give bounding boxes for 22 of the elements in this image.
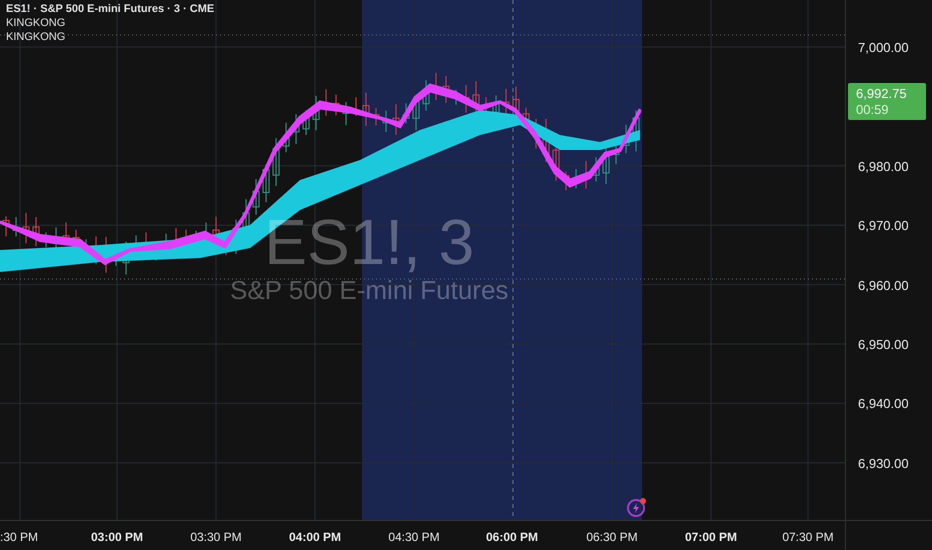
price-label: 7,000.00 [858, 39, 909, 57]
time-label: 04:30 PM [388, 529, 440, 546]
symbol-legend: ES1! · S&P 500 E-mini Futures · 3 · CME [6, 2, 214, 16]
indicator-label[interactable]: KINGKONG [6, 30, 214, 44]
indicator-label[interactable]: KINGKONG [6, 16, 214, 30]
price-label: 6,940.00 [858, 395, 909, 414]
time-label: 06:30 PM [586, 529, 638, 546]
last-price: 6,992.75 [856, 86, 908, 102]
time-label: 03:00 PM [90, 529, 144, 546]
time-label: :30 PM [0, 529, 38, 546]
price-label: 6,960.00 [858, 276, 909, 295]
time-label: 03:30 PM [190, 529, 242, 546]
price-label: 6,970.00 [858, 217, 909, 236]
time-label: 07:30 PM [782, 529, 834, 546]
countdown-timer: 00:59 [856, 102, 890, 118]
price-label: 6,930.00 [858, 454, 909, 473]
price-label: 6,950.00 [858, 336, 909, 354]
time-label: 04:00 PM [288, 529, 342, 546]
time-label: 07:00 PM [684, 529, 738, 546]
alert-icon[interactable] [627, 499, 645, 517]
price-label: 6,980.00 [858, 158, 909, 176]
time-label: 06:00 PM [486, 529, 538, 546]
